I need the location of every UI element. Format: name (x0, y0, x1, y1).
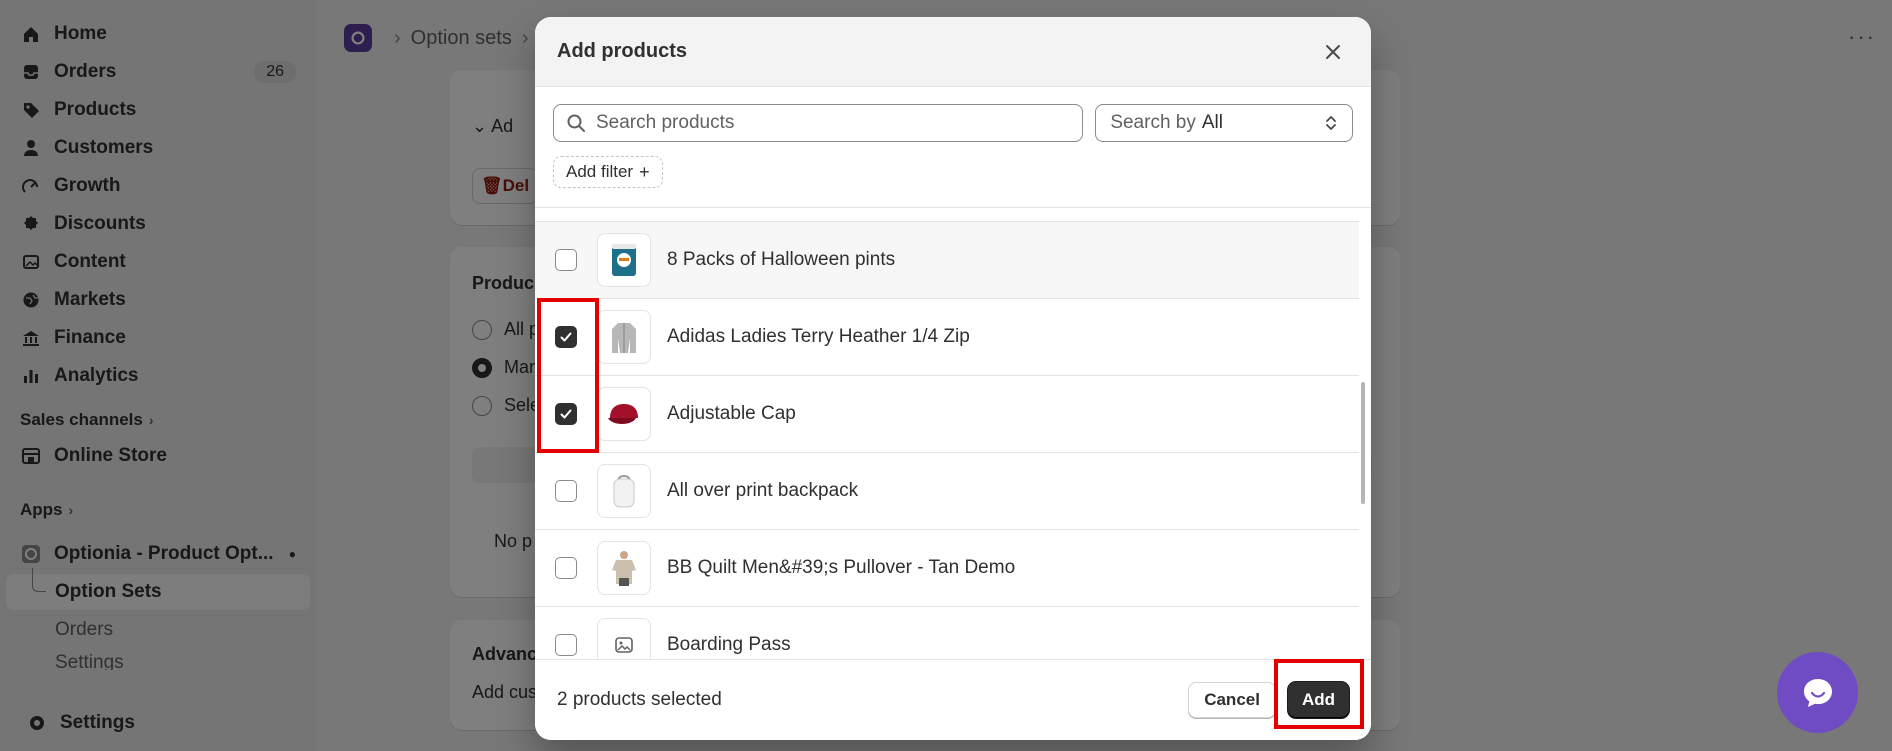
product-title: Adidas Ladies Terry Heather 1/4 Zip (667, 326, 970, 347)
product-title: All over print backpack (667, 480, 859, 501)
cap-icon (597, 387, 651, 441)
search-by-label: Search by (1110, 112, 1196, 133)
chat-icon (1803, 678, 1832, 707)
cancel-button[interactable]: Cancel (1188, 682, 1276, 718)
backpack-icon (597, 464, 651, 518)
list-item[interactable]: Boarding Pass (535, 607, 1359, 659)
search-input[interactable] (596, 112, 1056, 134)
search-by-value: All (1201, 112, 1223, 133)
product-checkbox[interactable] (555, 249, 577, 271)
image-placeholder-icon (597, 618, 651, 659)
product-list: 8 Packs of Halloween pints Adidas Ladies … (535, 207, 1371, 659)
chat-button[interactable] (1777, 652, 1858, 733)
jacket-icon (597, 310, 651, 364)
product-title: Adjustable Cap (667, 403, 796, 424)
selected-count: 2 products selected (557, 689, 722, 710)
pint-container-icon (597, 233, 651, 287)
modal-title: Add products (557, 40, 687, 62)
search-row: Search by All (535, 87, 1371, 142)
product-title: BB Quilt Men&#39;s Pullover - Tan Demo (667, 557, 1016, 578)
product-checkbox[interactable] (555, 557, 577, 579)
product-checkbox[interactable] (555, 634, 577, 656)
select-arrows-icon (1326, 115, 1336, 131)
add-filter-label: Add filter (566, 162, 634, 181)
list-item[interactable]: BB Quilt Men&#39;s Pullover - Tan Demo (535, 530, 1359, 607)
highlight-checkboxes (537, 298, 599, 453)
list-item[interactable]: Adidas Ladies Terry Heather 1/4 Zip (535, 299, 1359, 376)
search-field[interactable] (553, 104, 1084, 142)
search-by-select[interactable]: Search by All (1095, 104, 1353, 142)
close-button[interactable] (1317, 36, 1349, 68)
modal-header: Add products (535, 17, 1371, 87)
list-item[interactable]: All over print backpack (535, 453, 1359, 530)
list-item-partial (535, 208, 1359, 222)
add-products-modal: Add products Search by All Add filter + … (535, 17, 1371, 740)
product-checkbox[interactable] (555, 480, 577, 502)
search-icon (567, 114, 585, 132)
pullover-icon (597, 541, 651, 595)
modal-footer: 2 products selected Cancel Add (535, 659, 1371, 740)
highlight-add-button (1274, 659, 1364, 729)
close-icon (1326, 44, 1340, 59)
list-scrollbar[interactable] (1361, 382, 1365, 504)
plus-icon: + (639, 161, 650, 182)
product-title: 8 Packs of Halloween pints (667, 249, 896, 270)
list-item[interactable]: Adjustable Cap (535, 376, 1359, 453)
add-filter-button[interactable]: Add filter + (553, 156, 663, 188)
list-item[interactable]: 8 Packs of Halloween pints (535, 222, 1359, 299)
product-title: Boarding Pass (667, 634, 791, 655)
filter-row: Add filter + (535, 142, 1371, 208)
